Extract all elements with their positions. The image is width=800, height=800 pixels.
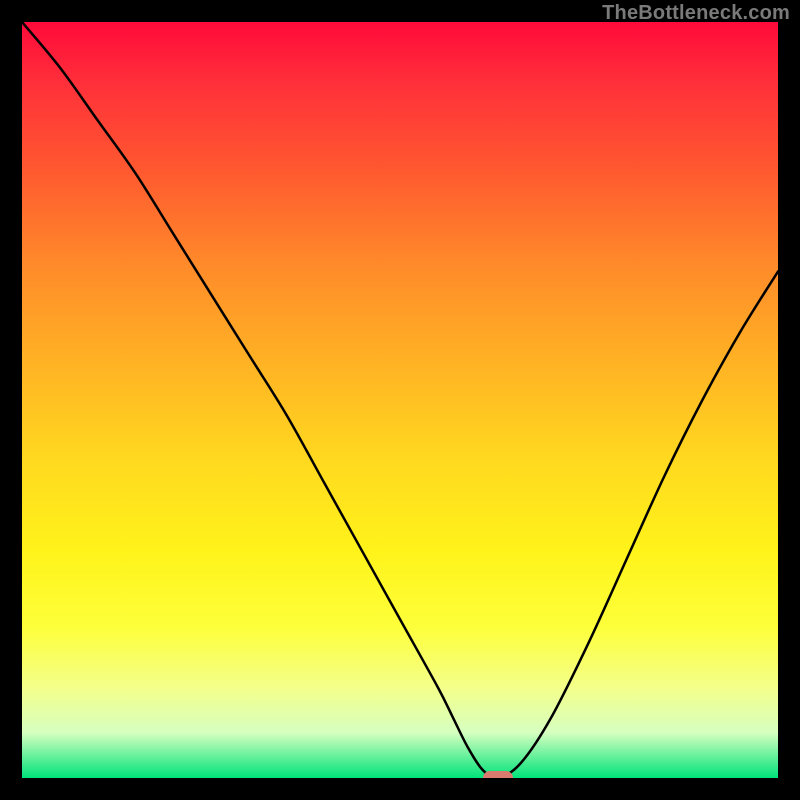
chart-frame: TheBottleneck.com — [0, 0, 800, 800]
curve-svg — [22, 22, 778, 778]
plot-area — [22, 22, 778, 778]
optimum-marker — [483, 771, 513, 778]
attribution-text: TheBottleneck.com — [602, 2, 790, 25]
bottleneck-curve — [22, 22, 778, 778]
